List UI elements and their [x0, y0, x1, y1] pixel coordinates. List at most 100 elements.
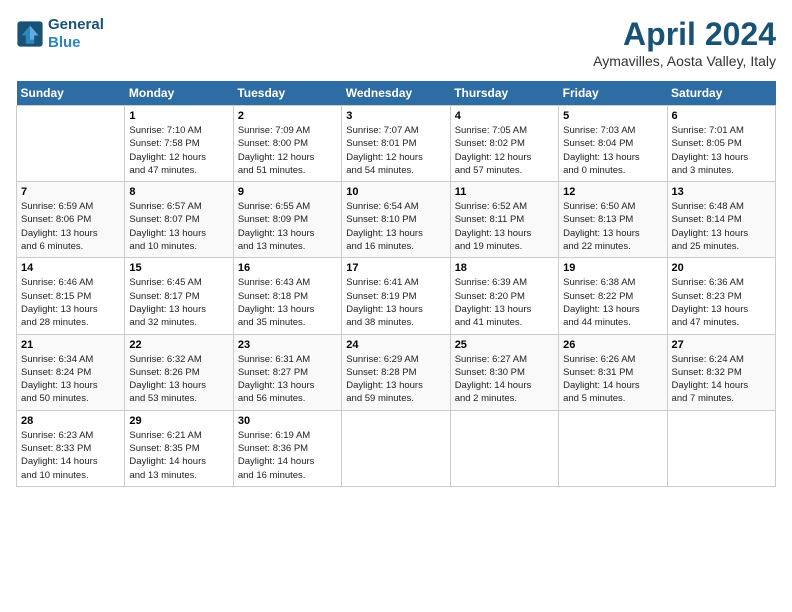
day-number: 26	[563, 339, 662, 351]
day-number: 19	[563, 262, 662, 274]
day-info: Sunrise: 6:55 AM Sunset: 8:09 PM Dayligh…	[238, 200, 337, 253]
calendar-cell: 30 Sunrise: 6:19 AM Sunset: 8:36 PM Dayli…	[233, 410, 341, 486]
calendar-cell: 1 Sunrise: 7:10 AM Sunset: 7:58 PM Daylig…	[125, 106, 233, 182]
day-info: Sunrise: 6:23 AM Sunset: 8:33 PM Dayligh…	[21, 429, 120, 482]
calendar-cell: 3 Sunrise: 7:07 AM Sunset: 8:01 PM Daylig…	[342, 106, 450, 182]
header-friday: Friday	[559, 81, 667, 106]
calendar-cell: 7 Sunrise: 6:59 AM Sunset: 8:06 PM Daylig…	[17, 182, 125, 258]
day-info: Sunrise: 6:52 AM Sunset: 8:11 PM Dayligh…	[455, 200, 554, 253]
day-info: Sunrise: 6:59 AM Sunset: 8:06 PM Dayligh…	[21, 200, 120, 253]
day-info: Sunrise: 7:10 AM Sunset: 7:58 PM Dayligh…	[129, 124, 228, 177]
day-info: Sunrise: 6:29 AM Sunset: 8:28 PM Dayligh…	[346, 353, 445, 406]
calendar-cell	[667, 410, 775, 486]
day-number: 18	[455, 262, 554, 274]
subtitle: Aymavilles, Aosta Valley, Italy	[593, 53, 776, 69]
day-number: 17	[346, 262, 445, 274]
day-number: 27	[672, 339, 771, 351]
header-sunday: Sunday	[17, 81, 125, 106]
calendar-cell: 5 Sunrise: 7:03 AM Sunset: 8:04 PM Daylig…	[559, 106, 667, 182]
calendar-cell: 8 Sunrise: 6:57 AM Sunset: 8:07 PM Daylig…	[125, 182, 233, 258]
calendar-table: SundayMondayTuesdayWednesdayThursdayFrid…	[16, 81, 776, 487]
calendar-cell: 29 Sunrise: 6:21 AM Sunset: 8:35 PM Dayli…	[125, 410, 233, 486]
day-number: 16	[238, 262, 337, 274]
calendar-cell: 18Sunrise: 6:39 AM Sunset: 8:20 PM Dayli…	[450, 258, 558, 334]
calendar-cell: 25 Sunrise: 6:27 AM Sunset: 8:30 PM Dayli…	[450, 334, 558, 410]
calendar-cell: 28 Sunrise: 6:23 AM Sunset: 8:33 PM Dayli…	[17, 410, 125, 486]
day-info: Sunrise: 6:41 AM Sunset: 8:19 PM Dayligh…	[346, 276, 445, 329]
day-info: Sunrise: 6:24 AM Sunset: 8:32 PM Dayligh…	[672, 353, 771, 406]
day-info: Sunrise: 6:36 AM Sunset: 8:23 PM Dayligh…	[672, 276, 771, 329]
day-number: 11	[455, 186, 554, 198]
calendar-cell: 14 Sunrise: 6:46 AM Sunset: 8:15 PM Dayli…	[17, 258, 125, 334]
day-info: Sunrise: 6:46 AM Sunset: 8:15 PM Dayligh…	[21, 276, 120, 329]
calendar-cell	[450, 410, 558, 486]
header-tuesday: Tuesday	[233, 81, 341, 106]
day-number: 9	[238, 186, 337, 198]
logo-text: General Blue	[48, 16, 104, 52]
day-info: Sunrise: 7:07 AM Sunset: 8:01 PM Dayligh…	[346, 124, 445, 177]
calendar-cell: 11 Sunrise: 6:52 AM Sunset: 8:11 PM Dayli…	[450, 182, 558, 258]
calendar-cell: 13 Sunrise: 6:48 AM Sunset: 8:14 PM Dayli…	[667, 182, 775, 258]
day-number: 24	[346, 339, 445, 351]
day-info: Sunrise: 7:09 AM Sunset: 8:00 PM Dayligh…	[238, 124, 337, 177]
day-number: 23	[238, 339, 337, 351]
day-info: Sunrise: 6:43 AM Sunset: 8:18 PM Dayligh…	[238, 276, 337, 329]
day-number: 29	[129, 415, 228, 427]
day-number: 7	[21, 186, 120, 198]
calendar-cell: 27 Sunrise: 6:24 AM Sunset: 8:32 PM Dayli…	[667, 334, 775, 410]
day-info: Sunrise: 6:21 AM Sunset: 8:35 PM Dayligh…	[129, 429, 228, 482]
day-number: 6	[672, 110, 771, 122]
day-number: 25	[455, 339, 554, 351]
day-number: 1	[129, 110, 228, 122]
page-header: General Blue April 2024 Aymavilles, Aost…	[16, 16, 776, 69]
calendar-cell: 15 Sunrise: 6:45 AM Sunset: 8:17 PM Dayli…	[125, 258, 233, 334]
calendar-cell	[342, 410, 450, 486]
day-number: 15	[129, 262, 228, 274]
day-number: 2	[238, 110, 337, 122]
day-number: 5	[563, 110, 662, 122]
day-number: 13	[672, 186, 771, 198]
day-number: 4	[455, 110, 554, 122]
calendar-cell: 22Sunrise: 6:32 AM Sunset: 8:26 PM Dayli…	[125, 334, 233, 410]
day-info: Sunrise: 6:38 AM Sunset: 8:22 PM Dayligh…	[563, 276, 662, 329]
calendar-cell: 9 Sunrise: 6:55 AM Sunset: 8:09 PM Daylig…	[233, 182, 341, 258]
main-title: April 2024	[593, 16, 776, 53]
day-info: Sunrise: 6:27 AM Sunset: 8:30 PM Dayligh…	[455, 353, 554, 406]
day-number: 28	[21, 415, 120, 427]
header-monday: Monday	[125, 81, 233, 106]
day-number: 21	[21, 339, 120, 351]
calendar-cell: 10 Sunrise: 6:54 AM Sunset: 8:10 PM Dayli…	[342, 182, 450, 258]
calendar-cell: 20 Sunrise: 6:36 AM Sunset: 8:23 PM Dayli…	[667, 258, 775, 334]
day-info: Sunrise: 7:05 AM Sunset: 8:02 PM Dayligh…	[455, 124, 554, 177]
calendar-body: 1 Sunrise: 7:10 AM Sunset: 7:58 PM Daylig…	[17, 106, 776, 487]
calendar-cell: 12Sunrise: 6:50 AM Sunset: 8:13 PM Dayli…	[559, 182, 667, 258]
day-info: Sunrise: 6:45 AM Sunset: 8:17 PM Dayligh…	[129, 276, 228, 329]
calendar-header: SundayMondayTuesdayWednesdayThursdayFrid…	[17, 81, 776, 106]
day-info: Sunrise: 7:03 AM Sunset: 8:04 PM Dayligh…	[563, 124, 662, 177]
day-info: Sunrise: 6:31 AM Sunset: 8:27 PM Dayligh…	[238, 353, 337, 406]
calendar-cell: 17 Sunrise: 6:41 AM Sunset: 8:19 PM Dayli…	[342, 258, 450, 334]
calendar-cell: 2 Sunrise: 7:09 AM Sunset: 8:00 PM Daylig…	[233, 106, 341, 182]
day-number: 10	[346, 186, 445, 198]
calendar-cell: 23 Sunrise: 6:31 AM Sunset: 8:27 PM Dayli…	[233, 334, 341, 410]
day-info: Sunrise: 6:54 AM Sunset: 8:10 PM Dayligh…	[346, 200, 445, 253]
day-number: 12	[563, 186, 662, 198]
calendar-cell: 21Sunrise: 6:34 AM Sunset: 8:24 PM Dayli…	[17, 334, 125, 410]
logo-icon	[16, 20, 44, 48]
calendar-cell: 16 Sunrise: 6:43 AM Sunset: 8:18 PM Dayli…	[233, 258, 341, 334]
day-number: 8	[129, 186, 228, 198]
header-wednesday: Wednesday	[342, 81, 450, 106]
day-info: Sunrise: 7:01 AM Sunset: 8:05 PM Dayligh…	[672, 124, 771, 177]
day-info: Sunrise: 6:26 AM Sunset: 8:31 PM Dayligh…	[563, 353, 662, 406]
day-number: 3	[346, 110, 445, 122]
header-thursday: Thursday	[450, 81, 558, 106]
calendar-cell	[559, 410, 667, 486]
day-info: Sunrise: 6:19 AM Sunset: 8:36 PM Dayligh…	[238, 429, 337, 482]
day-info: Sunrise: 6:57 AM Sunset: 8:07 PM Dayligh…	[129, 200, 228, 253]
calendar-cell: 4 Sunrise: 7:05 AM Sunset: 8:02 PM Daylig…	[450, 106, 558, 182]
day-info: Sunrise: 6:48 AM Sunset: 8:14 PM Dayligh…	[672, 200, 771, 253]
day-number: 30	[238, 415, 337, 427]
day-number: 20	[672, 262, 771, 274]
calendar-cell: 6 Sunrise: 7:01 AM Sunset: 8:05 PM Daylig…	[667, 106, 775, 182]
day-number: 14	[21, 262, 120, 274]
